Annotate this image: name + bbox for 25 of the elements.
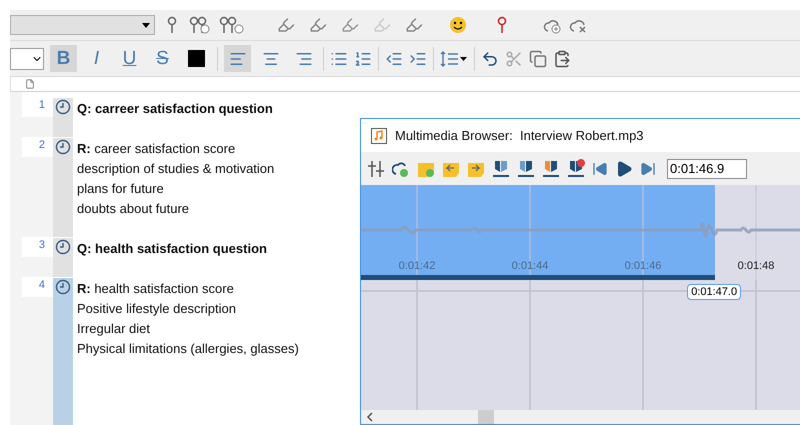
response-line: Physical limitations (allergies, glasses) — [77, 340, 299, 358]
response-line: R: career satisfaction score — [77, 140, 236, 158]
response-line: doubts about future — [77, 200, 190, 218]
bold-button[interactable]: B — [50, 45, 77, 72]
time-tick-label: 0:01:46 — [624, 260, 662, 272]
line-number: 2 — [22, 137, 53, 237]
time-tick-label: 0:01:42 — [398, 260, 436, 272]
question-text: Q: carreer satisfaction question — [77, 100, 273, 118]
response-line: Positive lifestyle description — [77, 300, 237, 318]
line-number: 1 — [22, 97, 53, 137]
line-number: 3 — [22, 237, 53, 277]
question-text: Q: health satisfaction question — [77, 240, 267, 258]
underline-button[interactable]: U — [116, 45, 143, 72]
response-line: description of studies & motivation — [77, 160, 274, 178]
response-line: Irregular diet — [77, 320, 151, 338]
window-title: Multimedia Browser: Interview Robert.mp3 — [395, 128, 644, 143]
response-line: plans for future — [77, 180, 165, 198]
time-tick-label: 0:01:44 — [512, 260, 548, 272]
playhead-time: 0:01:47.0 — [687, 284, 742, 300]
time-tick-label: 0:01:48 — [738, 260, 774, 272]
line-number: 4 — [22, 277, 53, 425]
time-field[interactable]: 0:01:46.9 — [667, 158, 747, 178]
italic-button[interactable]: I — [83, 45, 110, 72]
strikethrough-button[interactable]: S — [149, 45, 176, 72]
response-line: R: health satisfaction score — [77, 280, 235, 298]
